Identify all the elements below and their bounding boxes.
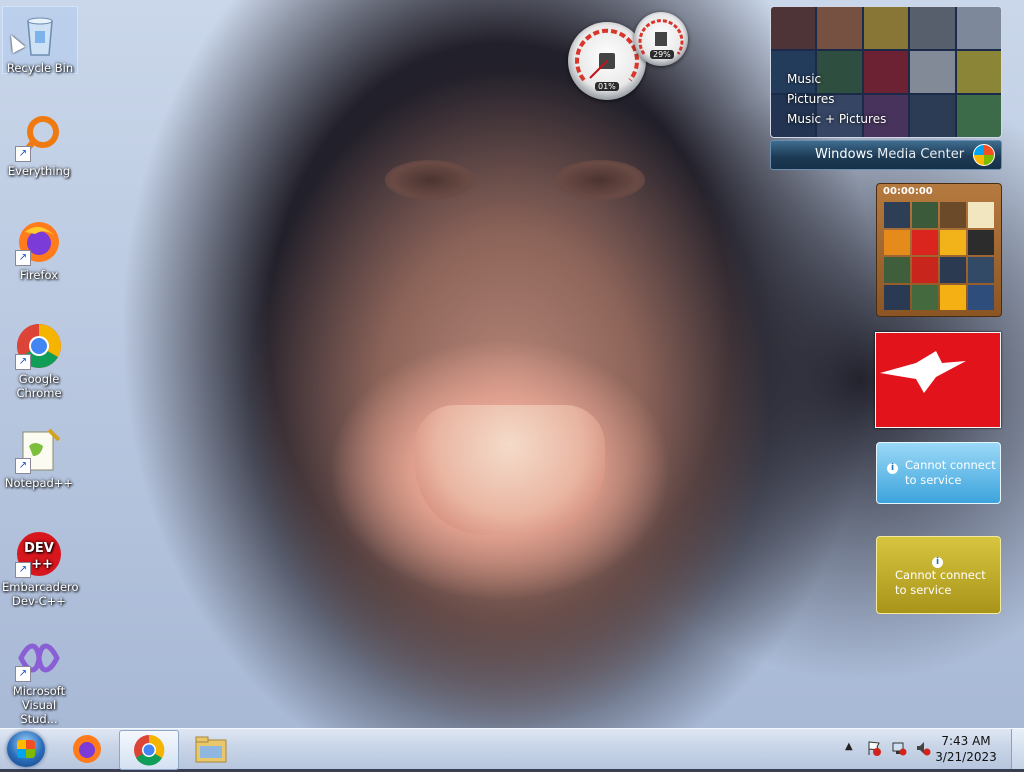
shortcut-arrow-icon: ↗ bbox=[15, 354, 31, 370]
everything-search-icon: ↗ bbox=[15, 114, 63, 162]
desktop-icon-dev-cpp[interactable]: DEV ++ ↗ Embarcadero Dev-C++ bbox=[2, 526, 79, 608]
taskbar-chrome-button[interactable] bbox=[119, 730, 179, 770]
taskbar-clock[interactable]: 7:43 AM 3/21/2023 bbox=[930, 733, 1002, 765]
info-icon: i bbox=[887, 459, 898, 474]
clock-time: 7:43 AM bbox=[941, 734, 991, 748]
picture-puzzle-gadget[interactable]: 00:00:00 bbox=[876, 183, 1002, 317]
windows-logo-icon bbox=[17, 740, 35, 758]
memory-readout: 29% bbox=[650, 50, 674, 59]
show-hidden-icons-chevron-icon[interactable]: ▲ bbox=[845, 741, 853, 752]
media-center-title-main: Windows bbox=[815, 147, 874, 162]
desktop-icon-label: Recycle Bin bbox=[6, 61, 74, 75]
cpu-readout: 01% bbox=[595, 82, 619, 91]
dev-cpp-icon: DEV ++ ↗ bbox=[15, 530, 63, 578]
shortcut-arrow-icon: ↗ bbox=[15, 666, 31, 682]
desktop-icon-firefox[interactable]: ↗ Firefox bbox=[2, 214, 76, 282]
desktop-icon-everything[interactable]: ↗ Everything bbox=[2, 110, 76, 178]
desktop-icon-google-chrome[interactable]: ↗ Google Chrome bbox=[2, 318, 76, 400]
shortcut-arrow-icon: ↗ bbox=[15, 458, 31, 474]
slideshow-gadget[interactable] bbox=[875, 332, 1001, 428]
visual-studio-icon: ↗ bbox=[15, 634, 63, 682]
currency-map-gadget[interactable]: i Cannot connect to service bbox=[876, 536, 1001, 614]
media-center-menu-music[interactable]: Music bbox=[787, 69, 886, 89]
action-center-flag-icon[interactable] bbox=[866, 740, 882, 759]
puzzle-timer: 00:00:00 bbox=[883, 186, 933, 197]
taskbar: ▲ 7:43 AM 3/21/2023 bbox=[0, 728, 1024, 770]
notepad-plus-plus-icon: ↗ bbox=[15, 426, 63, 474]
shortcut-arrow-icon: ↗ bbox=[15, 146, 31, 162]
feed-error-message: Cannot connect to service bbox=[905, 458, 996, 487]
slideshow-image bbox=[880, 351, 966, 393]
feed-headlines-gadget[interactable]: i Cannot connect to service bbox=[876, 442, 1001, 504]
firefox-icon bbox=[73, 735, 101, 763]
clock-date: 3/21/2023 bbox=[935, 750, 997, 764]
desktop-icon-label: Microsoft Visual Stud... bbox=[12, 684, 66, 726]
shortcut-arrow-icon: ↗ bbox=[15, 250, 31, 266]
taskbar-explorer-button[interactable] bbox=[182, 730, 240, 768]
desktop-icon-label: Google Chrome bbox=[16, 372, 62, 400]
desktop-icon-label: Notepad++ bbox=[4, 476, 74, 490]
map-error-message: Cannot connect to service bbox=[895, 568, 986, 597]
desktop-icon-label: Embarcadero Dev-C++ bbox=[2, 580, 79, 608]
wallpaper-left-eye bbox=[385, 160, 475, 200]
media-center-gadget[interactable]: Music Pictures Music + Pictures bbox=[770, 6, 1002, 138]
windows-logo-icon bbox=[973, 144, 995, 166]
svg-text:++: ++ bbox=[31, 557, 53, 572]
puzzle-grid[interactable] bbox=[884, 202, 994, 310]
chrome-icon: ↗ bbox=[15, 322, 63, 370]
info-icon: i bbox=[932, 553, 943, 568]
media-center-menu: Music Pictures Music + Pictures bbox=[787, 69, 886, 129]
taskbar-firefox-button[interactable] bbox=[58, 730, 116, 768]
chrome-icon bbox=[134, 734, 165, 766]
desktop-icon-label: Firefox bbox=[19, 268, 59, 282]
volume-muted-icon[interactable] bbox=[915, 740, 931, 759]
desktop-icon-visual-studio[interactable]: ↗ Microsoft Visual Stud... bbox=[2, 630, 76, 726]
memory-gauge[interactable]: 29% bbox=[634, 12, 688, 66]
recycle-bin-icon bbox=[16, 11, 64, 59]
start-button[interactable] bbox=[7, 731, 45, 767]
desktop-icon-label: Everything bbox=[7, 164, 71, 178]
media-center-launch-bar[interactable]: Windows Media Center bbox=[770, 140, 1002, 170]
wallpaper-smile bbox=[415, 405, 605, 535]
show-desktop-button[interactable] bbox=[1011, 729, 1024, 769]
network-icon[interactable] bbox=[891, 740, 907, 759]
desktop-icon-notepad-plus-plus[interactable]: ↗ Notepad++ bbox=[2, 422, 76, 490]
svg-text:DEV: DEV bbox=[24, 541, 54, 556]
media-center-menu-pictures[interactable]: Pictures bbox=[787, 89, 886, 109]
folder-icon bbox=[195, 736, 227, 763]
wallpaper-right-eye bbox=[555, 160, 645, 200]
media-center-title: Windows Media Center bbox=[815, 147, 964, 162]
firefox-icon: ↗ bbox=[15, 218, 63, 266]
media-center-title-sub: Media Center bbox=[873, 147, 965, 162]
shortcut-arrow-icon: ↗ bbox=[15, 562, 31, 578]
media-center-menu-music-pictures[interactable]: Music + Pictures bbox=[787, 109, 886, 129]
